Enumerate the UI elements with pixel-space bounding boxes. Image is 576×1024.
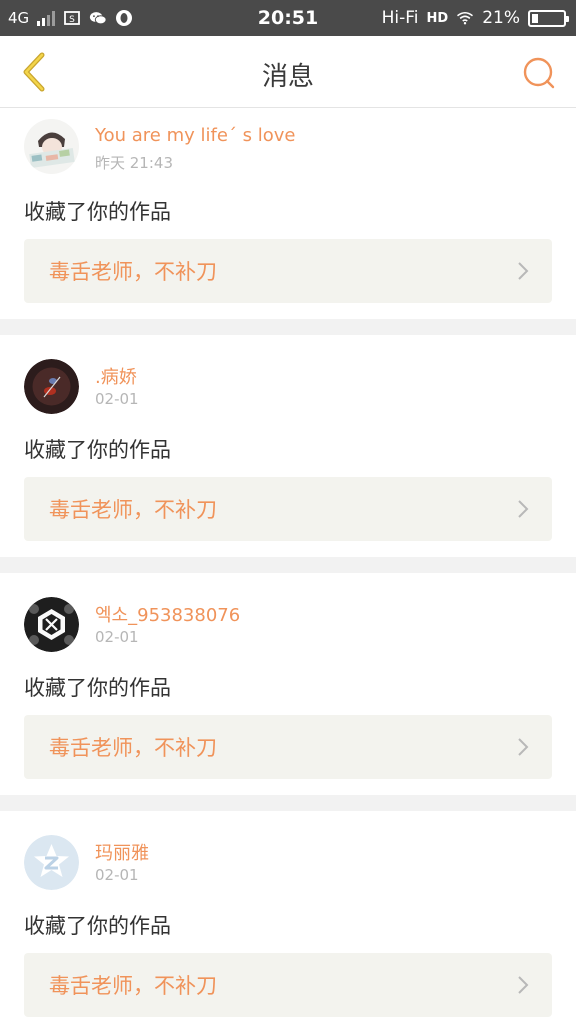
user-name[interactable]: You are my life´ s love bbox=[95, 125, 295, 146]
hd-label: HD bbox=[426, 10, 449, 26]
battery-percent: 21% bbox=[482, 8, 520, 28]
qq-icon bbox=[115, 9, 133, 27]
chevron-right-icon bbox=[516, 499, 530, 519]
search-button[interactable] bbox=[522, 56, 556, 90]
action-text: 收藏了你的作品 bbox=[24, 676, 171, 700]
user-name[interactable]: .病娇 bbox=[95, 363, 137, 389]
separator bbox=[0, 795, 576, 811]
avatar[interactable] bbox=[24, 835, 79, 890]
work-title: 毒舌老师，不补刀 bbox=[49, 974, 217, 998]
chevron-right-icon bbox=[516, 975, 530, 995]
message-time: 02-01 bbox=[95, 866, 139, 884]
message-time: 02-01 bbox=[95, 390, 139, 408]
signal-icon bbox=[37, 10, 56, 26]
status-bar: 4G S 20:51 Hi-Fi HD 21% bbox=[0, 0, 576, 36]
wechat-icon bbox=[89, 9, 107, 27]
svg-text:S: S bbox=[69, 15, 75, 25]
action-text: 收藏了你的作品 bbox=[24, 914, 171, 938]
message-list: You are my life´ s love 昨天 21:43 收藏了你的作品… bbox=[0, 109, 576, 1024]
work-link[interactable]: 毒舌老师，不补刀 bbox=[24, 239, 552, 303]
wifi-icon bbox=[456, 9, 474, 27]
page-title: 消息 bbox=[261, 62, 314, 92]
battery-fill bbox=[532, 13, 538, 23]
action-text: 收藏了你的作品 bbox=[24, 200, 171, 224]
work-title: 毒舌老师，不补刀 bbox=[49, 260, 217, 284]
user-name[interactable]: 玛丽雅 bbox=[95, 839, 149, 865]
hifi-label: Hi-Fi bbox=[381, 8, 419, 28]
message-item: You are my life´ s love 昨天 21:43 收藏了你的作品… bbox=[0, 109, 576, 319]
message-item: 엑소_953838076 02-01 收藏了你的作品 毒舌老师，不补刀 bbox=[0, 573, 576, 795]
action-text: 收藏了你的作品 bbox=[24, 438, 171, 462]
message-item: 玛丽雅 02-01 收藏了你的作品 毒舌老师，不补刀 bbox=[0, 811, 576, 1024]
work-link[interactable]: 毒舌老师，不补刀 bbox=[24, 953, 552, 1017]
status-left: 4G S bbox=[8, 9, 133, 27]
screenshot-icon: S bbox=[63, 9, 81, 27]
user-name[interactable]: 엑소_953838076 bbox=[95, 601, 240, 627]
avatar[interactable] bbox=[24, 359, 79, 414]
work-link[interactable]: 毒舌老师，不补刀 bbox=[24, 477, 552, 541]
status-right: Hi-Fi HD 21% bbox=[381, 8, 569, 28]
search-icon bbox=[523, 57, 555, 89]
battery-icon bbox=[528, 9, 569, 27]
chevron-right-icon bbox=[516, 261, 530, 281]
avatar[interactable] bbox=[24, 597, 79, 652]
work-link[interactable]: 毒舌老师，不补刀 bbox=[24, 715, 552, 779]
separator bbox=[0, 319, 576, 335]
network-type: 4G bbox=[8, 9, 30, 27]
message-time: 02-01 bbox=[95, 628, 139, 646]
nav-bar: 消息 bbox=[0, 36, 576, 108]
work-title: 毒舌老师，不补刀 bbox=[49, 736, 217, 760]
work-title: 毒舌老师，不补刀 bbox=[49, 498, 217, 522]
separator bbox=[0, 557, 576, 573]
avatar[interactable] bbox=[24, 119, 79, 174]
message-time: 昨天 21:43 bbox=[95, 154, 173, 172]
chevron-right-icon bbox=[516, 737, 530, 757]
message-item: .病娇 02-01 收藏了你的作品 毒舌老师，不补刀 bbox=[0, 335, 576, 557]
